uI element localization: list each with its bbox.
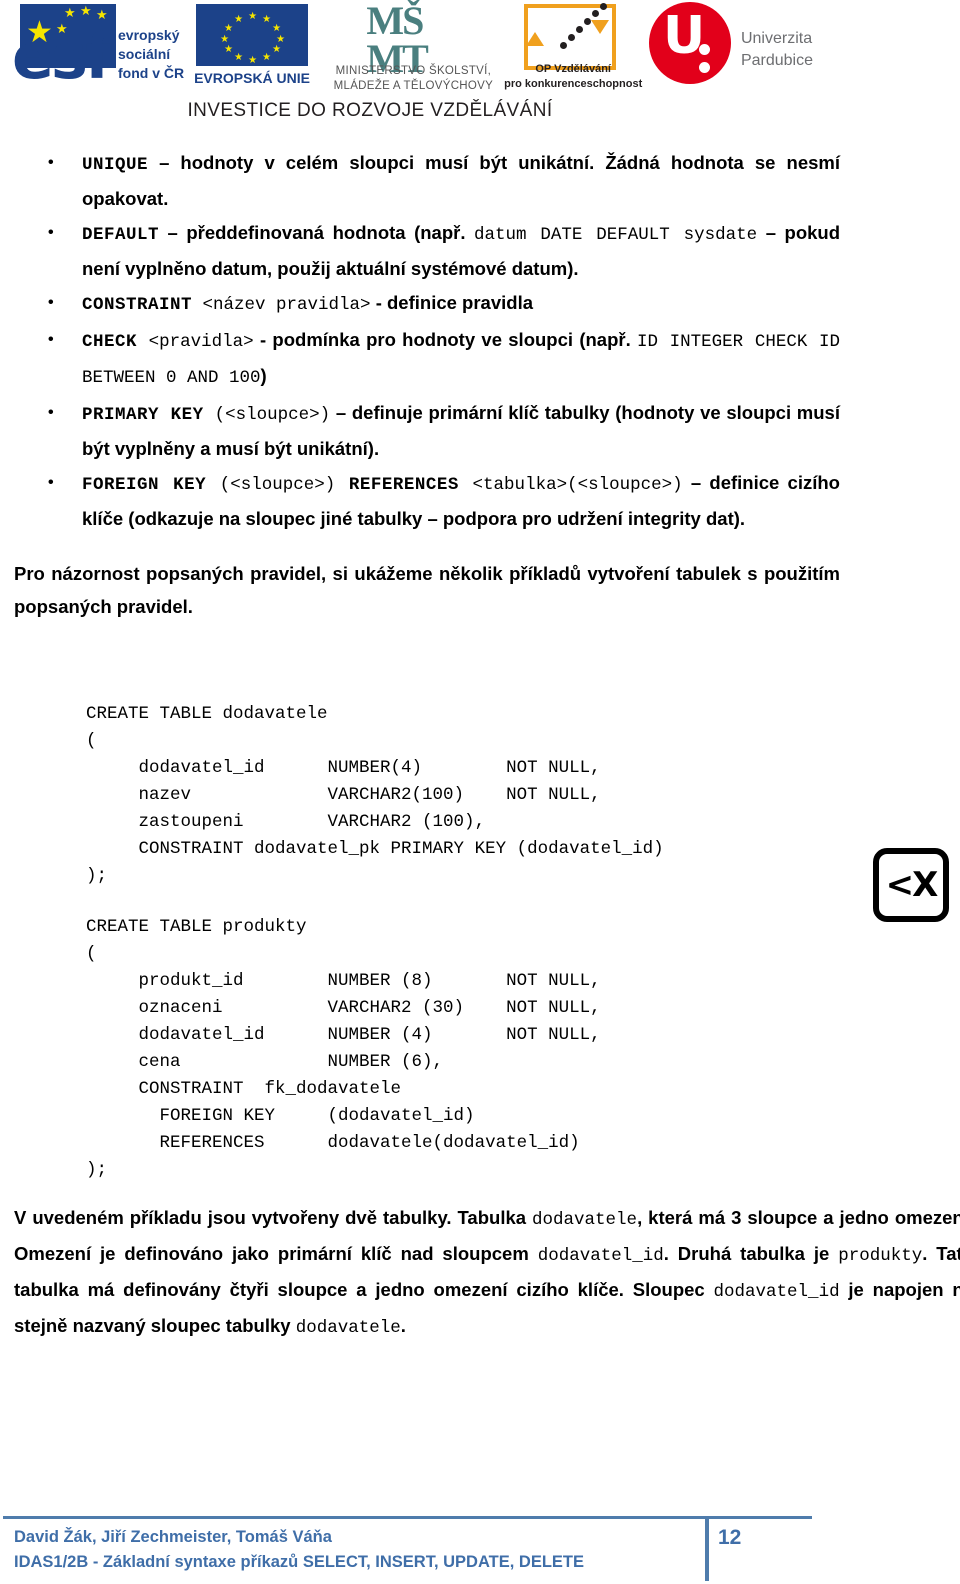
msmt-caption-line-1: MINISTERSTVO ŠKOLSTVÍ, — [335, 65, 492, 77]
text-run: CONSTRAINT — [82, 295, 193, 315]
upce-caption: Univerzita Pardubice — [741, 28, 813, 73]
intro-paragraph: Pro názornost popsaných pravidel, si uká… — [14, 563, 840, 617]
text-run: produkty — [838, 1246, 923, 1266]
msmt-mark-icon: MŠ MT — [366, 0, 428, 81]
text-run: <název pravidla> — [192, 295, 371, 315]
text-run: CHECK — [82, 332, 138, 352]
constraint-list-item: UNIQUE – hodnoty v celém sloupci musí bý… — [0, 146, 960, 215]
eu-logo: ★ ★ ★ ★ ★ ★ ★ ★ ★ ★ ★ ★ EVROPSKÁ UNIE — [188, 2, 311, 92]
text-run: – předdefinovaná hodnota (např. — [159, 222, 474, 243]
page-number: 12 — [718, 1526, 742, 1549]
text-run: – hodnoty v celém sloupci musí být uniká… — [82, 152, 840, 209]
text-run: <pravidla> — [137, 332, 254, 352]
sql-constraints-list: UNIQUE – hodnoty v celém sloupci musí bý… — [0, 146, 960, 535]
upce-logo: U Univerzita Pardubice — [643, 2, 828, 92]
header-logo-band: ★ ★ ★ ★ ★ esf evropský sociální fond v Č… — [0, 0, 960, 140]
footer-divider-rule — [3, 1516, 812, 1519]
esf-logo: ★ ★ ★ ★ ★ esf evropský sociální fond v Č… — [8, 2, 184, 93]
text-run: dodavatele — [295, 1318, 401, 1338]
text-run: dodavatel_id — [537, 1246, 664, 1266]
text-run: . Druhá tabulka je — [663, 1243, 839, 1264]
msmt-caption: MINISTERSTVO ŠKOLSTVÍ, MLÁDEŽE A TĚLOVÝC… — [318, 64, 508, 94]
text-run: V uvedeném příkladu jsou vytvořeny dvě t… — [14, 1207, 533, 1228]
footer-text: David Žák, Jiří Zechmeister, Tomáš Váňa … — [14, 1525, 584, 1575]
constraint-list-item: CHECK <pravidla> - podmínka pro hodnoty … — [0, 323, 960, 395]
text-run: (<sloupce>) — [206, 475, 349, 495]
upce-caption-line-2: Pardubice — [740, 52, 813, 70]
investice-slogan: INVESTICE DO ROZVOJE VZDĚLÁVÁNÍ — [187, 100, 553, 121]
text-run: ) — [260, 365, 267, 386]
opvk-caption: OP Vzdělávání pro konkurenceschopnost — [498, 62, 648, 92]
opvk-caption-line-2: pro konkurenceschopnost — [504, 77, 643, 90]
eu-flag-icon: ★ ★ ★ ★ ★ ★ ★ ★ ★ ★ ★ ★ — [196, 4, 309, 66]
opvk-caption-line-1: OP Vzdělávání — [535, 63, 611, 75]
text-run: dodavatele — [532, 1210, 638, 1230]
footer-vertical-divider — [705, 1519, 709, 1581]
msmt-caption-line-2: MLÁDEŽE A TĚLOVÝCHOVY — [333, 79, 494, 92]
eu-caption: EVROPSKÁ UNIE — [194, 70, 311, 86]
page-footer: David Žák, Jiří Zechmeister, Tomáš Váňa … — [0, 1516, 960, 1584]
esf-caption: evropský sociální fond v ČR — [118, 26, 184, 83]
footer-course: IDAS1/2B - Základní syntaxe příkazů SELE… — [14, 1553, 584, 1571]
text-run: . — [400, 1315, 406, 1336]
constraint-list-item: FOREIGN KEY (<sloupce>) REFERENCES <tabu… — [0, 466, 960, 535]
text-run: - podmínka pro hodnoty ve sloupci (např. — [253, 329, 637, 350]
text-run: REFERENCES — [348, 475, 459, 495]
esf-caption-line-2: sociální — [118, 45, 171, 62]
esf-caption-line-1: evropský — [118, 27, 180, 43]
upce-caption-line-1: Univerzita — [740, 30, 813, 47]
document-page: { "header": { "logos": [ { "id": "esf-lo… — [0, 0, 960, 1584]
text-run: PRIMARY KEY — [82, 405, 204, 425]
summary-paragraph: V uvedeném příkladu jsou vytvořeny dvě t… — [0, 1201, 960, 1345]
footer-authors: David Žák, Jiří Zechmeister, Tomáš Váňa — [14, 1528, 332, 1546]
code-block-create-table-produkty: CREATE TABLE produkty ( produkt_id NUMBE… — [86, 917, 601, 1180]
text-run: <tabulka>(<sloupce>) — [458, 475, 683, 495]
xml-code-icon: <X — [873, 848, 949, 922]
msmt-logo: MŠ MT MINISTERSTVO ŠKOLSTVÍ, MLÁDEŽE A TĚ… — [318, 0, 494, 92]
constraint-list-item: CONSTRAINT <název pravidla> - definice p… — [0, 286, 960, 322]
code-block-create-table-dodavatele: CREATE TABLE dodavatele ( dodavatel_id N… — [86, 704, 664, 886]
logo-row: ★ ★ ★ ★ ★ esf evropský sociální fond v Č… — [8, 0, 828, 94]
esf-wordmark: esf — [12, 20, 112, 93]
text-run: UNIQUE — [82, 155, 149, 175]
esf-caption-line-3: fond v ČR — [118, 64, 185, 81]
constraint-list-item: PRIMARY KEY (<sloupce>) – definuje primá… — [0, 396, 960, 465]
text-run: (<sloupce>) — [203, 405, 331, 425]
upce-letter-u: U — [662, 6, 706, 66]
text-run: DEFAULT — [82, 225, 160, 245]
page-content: UNIQUE – hodnoty v celém sloupci musí bý… — [0, 146, 960, 1338]
text-run: datum DATE DEFAULT sysdate — [474, 225, 758, 245]
text-run: dodavatel_id — [713, 1282, 840, 1302]
text-run: FOREIGN KEY — [82, 475, 207, 495]
opvk-logo: OP Vzdělávání pro konkurenceschopnost — [498, 2, 642, 92]
constraint-list-item: DEFAULT – předdefinovaná hodnota (např. … — [0, 216, 960, 285]
text-run: - definice pravidla — [370, 292, 533, 313]
